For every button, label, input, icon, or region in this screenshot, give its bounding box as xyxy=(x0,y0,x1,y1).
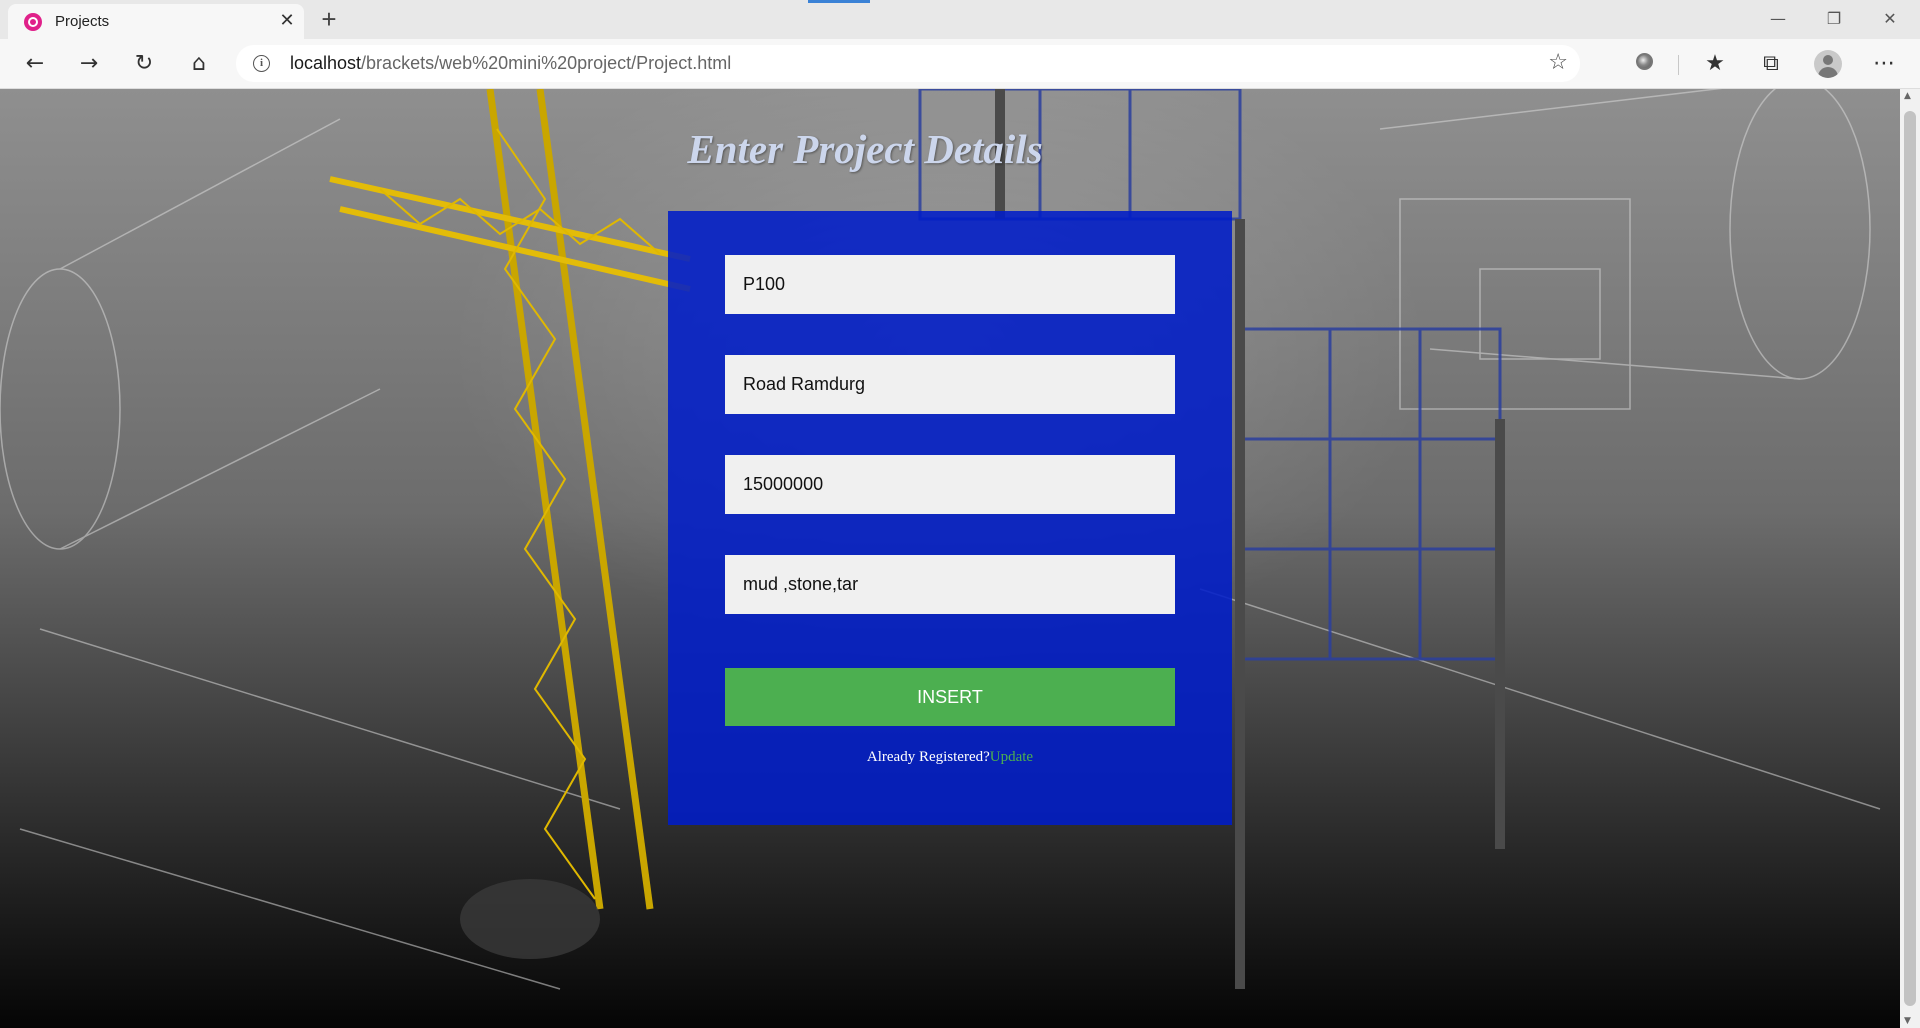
register-text: Already Registered? xyxy=(866,749,990,765)
avatar[interactable] xyxy=(1814,50,1842,78)
project-budget-field[interactable] xyxy=(725,455,1175,514)
address-bar: ← → ↻ ⌂ i localhost/brackets/web%20mini%… xyxy=(0,39,1920,89)
tab-projects[interactable]: Projects ✕ xyxy=(8,4,304,39)
project-materials-field[interactable] xyxy=(725,555,1175,614)
tab-title: Projects xyxy=(55,13,110,30)
tab-close-icon[interactable]: ✕ xyxy=(276,10,298,32)
tab-strip: Projects ✕ + — ❐ ✕ xyxy=(0,0,1920,39)
favorites-icon[interactable]: ★ xyxy=(1698,48,1732,80)
info-icon[interactable]: i xyxy=(253,55,270,72)
project-form: INSERT Already Registered?Update xyxy=(668,211,1232,825)
new-tab-button[interactable]: + xyxy=(314,4,344,34)
scroll-up-icon[interactable]: ▲ xyxy=(1904,91,1911,101)
more-icon[interactable]: ⋯ xyxy=(1867,48,1901,80)
project-location-field[interactable] xyxy=(725,355,1175,414)
scroll-thumb[interactable] xyxy=(1904,111,1916,1006)
project-id-field[interactable] xyxy=(725,255,1175,314)
close-window-icon[interactable]: ✕ xyxy=(1862,0,1918,38)
toolbar-divider xyxy=(1678,55,1679,75)
page-title: Enter Project Details xyxy=(687,126,1043,172)
forward-icon[interactable]: → xyxy=(72,48,106,80)
extension-icon[interactable] xyxy=(1636,53,1653,70)
collections-icon[interactable]: ⧉ xyxy=(1754,48,1788,80)
site-favicon-icon xyxy=(24,13,42,31)
page-background: Enter Project Details INSERT Already Reg… xyxy=(0,89,1900,1028)
url-field[interactable]: i localhost/brackets/web%20mini%20projec… xyxy=(236,45,1580,82)
update-link[interactable]: Update xyxy=(990,749,1033,765)
scrollbar[interactable]: ▲ ▼ xyxy=(1900,89,1920,1028)
insert-button[interactable]: INSERT xyxy=(725,668,1175,726)
home-icon[interactable]: ⌂ xyxy=(182,48,216,80)
back-icon[interactable]: ← xyxy=(18,48,52,80)
minimize-icon[interactable]: — xyxy=(1750,0,1806,38)
refresh-icon[interactable]: ↻ xyxy=(127,48,161,80)
url-text[interactable]: localhost/brackets/web%20mini%20project/… xyxy=(290,53,731,74)
register-prompt: Already Registered?Update xyxy=(668,749,1232,766)
star-icon[interactable]: ☆ xyxy=(1548,50,1568,75)
tab-indicator xyxy=(808,0,870,3)
restore-icon[interactable]: ❐ xyxy=(1806,0,1862,38)
scroll-down-icon[interactable]: ▼ xyxy=(1904,1016,1911,1026)
